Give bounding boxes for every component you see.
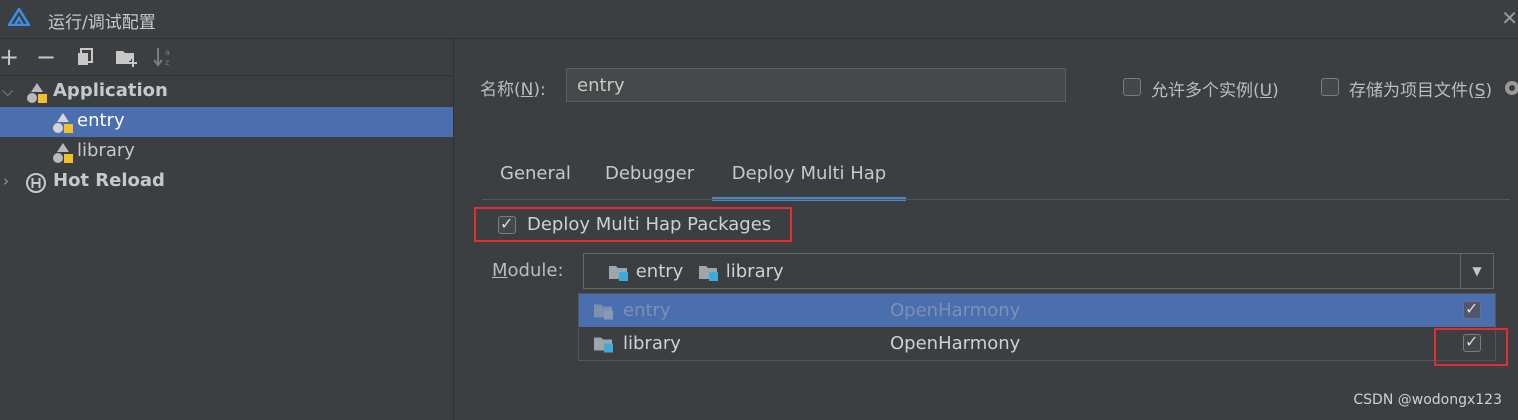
- name-input[interactable]: [566, 68, 1066, 102]
- module-chip-library: library: [698, 261, 784, 282]
- tree-item-hot-reload[interactable]: › Hot Reload: [0, 167, 453, 197]
- name-label: 名称(N):: [480, 80, 546, 100]
- remove-icon[interactable]: −: [36, 43, 56, 71]
- new-folder-icon[interactable]: [114, 45, 138, 69]
- configuration-sidebar: + − az ⌵ Application entry library › Hot…: [0, 39, 454, 420]
- module-dropdown-list: entry OpenHarmony library OpenHarmony: [578, 293, 1496, 361]
- module-option-type: OpenHarmony: [890, 333, 1021, 354]
- module-option-library[interactable]: library OpenHarmony: [579, 328, 1495, 361]
- svg-text:a: a: [165, 48, 170, 57]
- module-folder-icon: [594, 337, 613, 353]
- watermark: CSDN @wodongx123: [1353, 392, 1502, 408]
- module-folder-icon: [594, 304, 613, 320]
- chevron-right-icon[interactable]: ›: [3, 172, 9, 190]
- allow-multiple-instances-checkbox[interactable]: [1123, 78, 1141, 96]
- tree-item-application[interactable]: ⌵ Application: [0, 77, 453, 107]
- module-select[interactable]: entry library ▼: [583, 253, 1494, 289]
- store-as-project-file-checkbox[interactable]: [1321, 78, 1339, 96]
- tree-item-library[interactable]: library: [0, 137, 453, 167]
- highlight-box-library-checkbox: [1434, 328, 1508, 366]
- svg-text:z: z: [165, 58, 169, 67]
- close-icon[interactable]: ✕: [1501, 6, 1518, 30]
- tab-divider: [482, 199, 1510, 200]
- chevron-down-icon[interactable]: ▼: [1460, 254, 1493, 288]
- chevron-down-icon[interactable]: ⌵: [2, 82, 13, 100]
- application-icon: [27, 83, 47, 103]
- allow-multiple-instances-label: 允许多个实例(U): [1151, 81, 1279, 101]
- module-folder-icon: [699, 265, 718, 281]
- title-bar: 运行/调试配置 ✕: [0, 0, 1518, 39]
- tree-label: entry: [77, 110, 125, 131]
- module-chip-entry: entry: [608, 261, 683, 282]
- module-folder-icon: [609, 265, 628, 281]
- module-option-name: entry: [623, 300, 671, 321]
- module-option-entry[interactable]: entry OpenHarmony: [579, 294, 1495, 327]
- sort-icon[interactable]: az: [152, 45, 176, 69]
- module-icon: [53, 143, 73, 163]
- module-label: Module:: [492, 260, 564, 281]
- tree-label: library: [77, 140, 135, 161]
- tree-label: Application: [53, 80, 168, 101]
- sidebar-toolbar: + − az: [0, 39, 453, 76]
- tree-item-entry[interactable]: entry: [0, 107, 453, 137]
- gear-icon[interactable]: [1502, 78, 1518, 98]
- tab-deploy-multi-hap[interactable]: Deploy Multi Hap: [712, 155, 906, 201]
- deploy-multi-hap-checkbox[interactable]: [498, 214, 516, 234]
- window-title: 运行/调试配置: [48, 13, 156, 33]
- module-icon: [53, 113, 73, 133]
- app-logo-icon: [8, 8, 30, 26]
- module-option-name: library: [623, 333, 681, 354]
- tab-debugger[interactable]: Debugger: [605, 155, 694, 199]
- store-as-project-file-label: 存储为项目文件(S): [1349, 81, 1493, 101]
- hot-reload-icon: [26, 173, 46, 193]
- add-icon[interactable]: +: [0, 43, 19, 71]
- tab-general[interactable]: General: [500, 155, 571, 199]
- module-option-type: OpenHarmony: [890, 300, 1021, 321]
- tree-label: Hot Reload: [53, 170, 165, 191]
- copy-icon[interactable]: [74, 45, 96, 69]
- module-option-checkbox[interactable]: [1463, 299, 1481, 319]
- deploy-multi-hap-label: Deploy Multi Hap Packages: [527, 214, 772, 235]
- configuration-editor: 名称(N): 允许多个实例(U) 存储为项目文件(S) General Debu…: [454, 39, 1518, 420]
